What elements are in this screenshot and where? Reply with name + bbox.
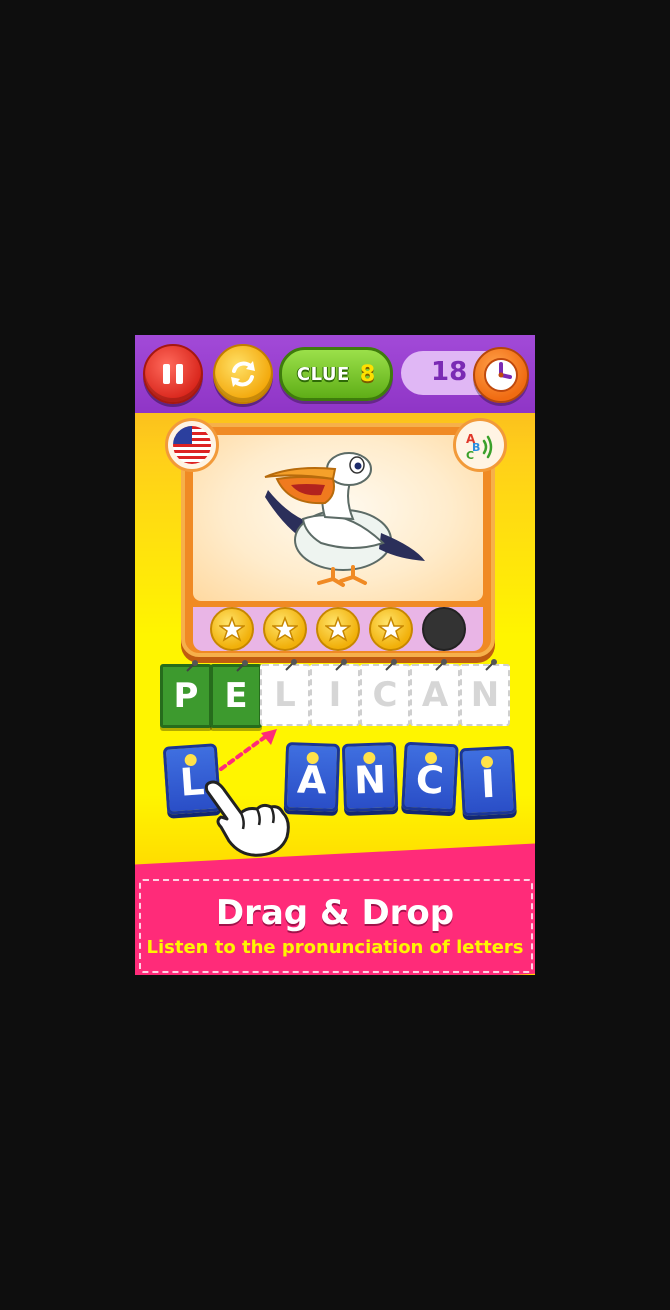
game-screen: CLUE 8 18 A B C P E L I C A N L A N C I … <box>135 335 535 975</box>
us-flag-icon <box>173 426 211 464</box>
star-earned-icon <box>316 607 360 651</box>
pushpin-icon <box>485 659 497 671</box>
star-empty-icon <box>422 607 466 651</box>
answer-slot[interactable]: C <box>360 659 410 726</box>
star-earned-icon <box>369 607 413 651</box>
star-rating <box>193 607 483 651</box>
svg-text:C: C <box>466 449 474 462</box>
pelican-illustration <box>264 452 425 587</box>
clue-label: CLUE <box>296 363 350 385</box>
score-value: 18 <box>431 357 468 387</box>
pointing-hand-icon <box>204 780 290 857</box>
tile-letter: I <box>479 761 497 807</box>
answer-slot[interactable]: N <box>460 659 510 726</box>
slot-letter: I <box>328 675 342 715</box>
answer-slot[interactable]: E <box>210 660 262 728</box>
drag-arrow-icon <box>219 729 277 771</box>
pronunciation-button[interactable]: A B C <box>453 418 507 472</box>
timer-button[interactable] <box>473 347 529 403</box>
slot-letter: L <box>274 675 296 715</box>
slot-letter: P <box>173 676 199 716</box>
pause-button[interactable] <box>143 344 203 404</box>
tile-letter: L <box>178 759 206 805</box>
star-earned-icon <box>263 607 307 651</box>
slot-letter: E <box>224 676 248 716</box>
picture-area <box>193 435 483 601</box>
answer-slot[interactable]: P <box>160 660 212 728</box>
clue-button[interactable]: CLUE 8 <box>279 347 393 401</box>
pushpin-icon <box>186 660 198 672</box>
pushpin-icon <box>236 660 248 672</box>
pause-icon <box>160 364 186 384</box>
pushpin-icon <box>385 659 397 671</box>
refresh-icon <box>231 361 255 387</box>
answer-slot[interactable]: A <box>410 659 460 726</box>
tile-letter: N <box>353 757 387 803</box>
clue-count: 8 <box>359 361 376 387</box>
tile-letter: C <box>414 757 445 803</box>
star-earned-icon <box>210 607 254 651</box>
slot-letter: N <box>470 675 500 715</box>
banner-title: Drag & Drop <box>215 893 455 933</box>
language-button[interactable] <box>165 418 219 472</box>
pushpin-icon <box>435 659 447 671</box>
tile-letter: A <box>296 757 328 803</box>
answer-slot[interactable]: L <box>260 659 310 726</box>
banner-subtitle: Listen to the pronunciation of letters <box>146 937 524 958</box>
top-bar: CLUE 8 18 <box>135 335 535 413</box>
slot-letter: C <box>372 675 398 715</box>
pushpin-icon <box>335 659 347 671</box>
picture-card <box>181 423 495 657</box>
letter-tile[interactable]: I <box>459 745 517 817</box>
letter-tile[interactable]: C <box>401 741 459 813</box>
refresh-button[interactable] <box>213 344 273 404</box>
answer-slot[interactable]: I <box>310 659 360 726</box>
slot-letter: A <box>421 675 449 715</box>
letter-tile[interactable]: N <box>341 742 399 812</box>
abc-sound-icon: A B C <box>466 432 493 462</box>
pushpin-icon <box>285 659 297 671</box>
clock-icon <box>484 358 518 392</box>
